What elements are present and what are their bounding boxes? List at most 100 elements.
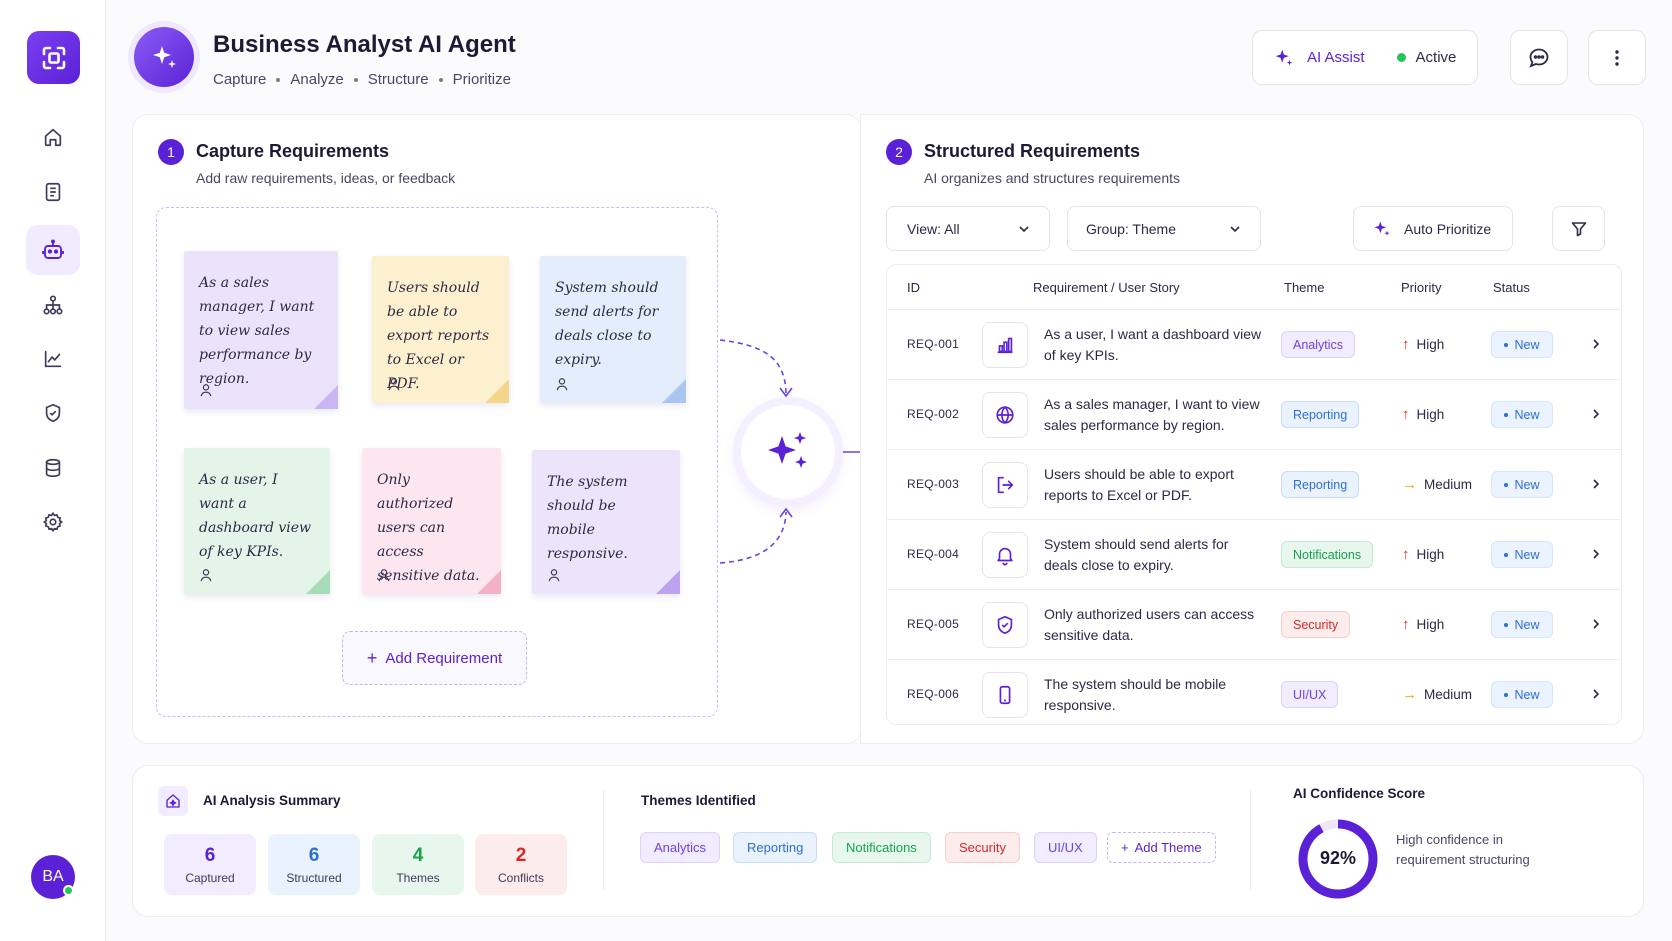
add-theme-button[interactable]: + Add Theme	[1107, 832, 1216, 863]
stat-label: Structured	[286, 870, 342, 885]
requirements-table: ID Requirement / User Story Theme Priori…	[886, 264, 1622, 725]
theme-chip[interactable]: Analytics	[640, 832, 721, 863]
chevron-right-icon[interactable]	[1589, 477, 1603, 491]
status-label: New	[1514, 337, 1540, 352]
add-theme-label: Add Theme	[1134, 840, 1202, 855]
table-row[interactable]: REQ-004 System should send alerts for de…	[887, 519, 1621, 589]
theme-chip[interactable]: Reporting	[733, 832, 818, 863]
chevron-right-icon[interactable]	[1589, 547, 1603, 561]
shield-check-icon	[997, 615, 1013, 635]
theme-tag: Notifications	[1281, 541, 1374, 568]
theme-chip[interactable]: Notifications	[832, 832, 931, 863]
priority-label: Medium	[1424, 687, 1473, 702]
theme-tag: UI/UX	[1281, 681, 1339, 708]
table-row[interactable]: REQ-005 Only authorized users can access…	[887, 589, 1621, 659]
priority: ↑ High	[1402, 336, 1444, 353]
requirement-id: REQ-004	[907, 547, 960, 561]
requirement-icon	[982, 532, 1028, 578]
theme-tag: Security	[1281, 611, 1351, 638]
export-icon	[997, 476, 1014, 494]
chevron-down-icon	[1019, 225, 1029, 232]
stat-label: Captured	[185, 870, 235, 885]
confidence-text: High confidence in requirement structuri…	[1396, 832, 1530, 867]
table-row[interactable]: REQ-001 As a user, I want a dashboard vi…	[887, 309, 1621, 379]
priority-label: High	[1416, 407, 1445, 422]
status-label: New	[1514, 407, 1540, 422]
priority-label: High	[1416, 337, 1445, 352]
ai-processor-node	[741, 405, 835, 499]
requirement-text: As a sales manager, I want to view sales…	[1044, 396, 1260, 433]
stat-value: 4	[412, 844, 424, 866]
stat-label: Themes	[396, 870, 440, 885]
structured-subtitle: AI organizes and structures requirements	[924, 170, 1181, 186]
status-label: New	[1514, 547, 1540, 562]
arrow-right-icon: →	[1402, 686, 1417, 703]
chevron-down-icon	[1230, 225, 1240, 232]
priority: → Medium	[1402, 686, 1472, 703]
plus-icon: +	[1121, 840, 1129, 855]
table-row[interactable]: REQ-003 Users should be able to export r…	[887, 449, 1621, 519]
theme-tag: Reporting	[1281, 471, 1360, 498]
sparkle-icon	[1374, 221, 1390, 236]
requirement-text: As a user, I want a dashboard view of ke…	[1044, 326, 1262, 363]
arrow-up-icon: ↑	[1402, 616, 1410, 633]
column-header-requirement: Requirement / User Story	[1033, 280, 1180, 295]
app-frame: BA Business Analyst AI Agent Capture Ana…	[0, 0, 1672, 941]
arrow-up-icon: ↑	[1402, 406, 1410, 423]
requirement-id: REQ-006	[907, 687, 960, 701]
requirement-id: REQ-002	[907, 407, 960, 421]
requirement-icon	[982, 322, 1028, 368]
requirement-id: REQ-003	[907, 477, 960, 491]
filter-button[interactable]	[1552, 206, 1605, 251]
summary-title: AI Analysis Summary	[203, 793, 341, 808]
stat-themes: 4 Themes	[372, 834, 464, 895]
status-badge: New	[1491, 401, 1553, 428]
status-badge: New	[1491, 611, 1553, 638]
arrow-right-icon: →	[1402, 476, 1417, 493]
column-header-theme: Theme	[1284, 280, 1325, 295]
stat-value: 2	[515, 844, 527, 866]
view-select[interactable]: View: All	[886, 206, 1050, 251]
requirement-icon	[982, 392, 1028, 438]
sparkle-icon	[768, 432, 807, 468]
filter-icon	[1571, 221, 1586, 236]
theme-tag: Analytics	[1281, 331, 1356, 358]
globe-icon	[996, 406, 1014, 424]
theme-chip[interactable]: UI/UX	[1034, 832, 1097, 863]
table-row[interactable]: REQ-006 The system should be mobile resp…	[887, 659, 1621, 724]
requirement-icon	[982, 462, 1028, 508]
status-label: New	[1514, 477, 1540, 492]
requirement-text: Users should be able to export reports t…	[1044, 466, 1234, 503]
chevron-right-icon[interactable]	[1589, 617, 1603, 631]
theme-chip[interactable]: Security	[945, 832, 1020, 863]
status-badge: New	[1491, 331, 1553, 358]
structured-title: Structured Requirements	[924, 141, 1141, 161]
priority: ↑ High	[1402, 546, 1444, 563]
connector-in-top	[719, 339, 787, 394]
priority-label: Medium	[1424, 477, 1473, 492]
divider	[1250, 790, 1251, 890]
step-number: 2	[886, 139, 912, 165]
mobile-icon	[999, 685, 1011, 705]
arrow-up-icon: ↑	[1402, 336, 1410, 353]
auto-prioritize-button[interactable]: Auto Prioritize	[1353, 206, 1513, 251]
chevron-right-icon[interactable]	[1589, 687, 1603, 701]
requirement-text: The system should be mobile responsive.	[1044, 676, 1227, 713]
requirement-icon	[982, 602, 1028, 648]
group-select[interactable]: Group: Theme	[1067, 206, 1261, 251]
divider	[603, 790, 604, 890]
requirement-id: REQ-005	[907, 617, 960, 631]
status-badge: New	[1491, 681, 1553, 708]
status-label: New	[1514, 617, 1540, 632]
chevron-right-icon[interactable]	[1589, 407, 1603, 421]
confidence-value: 92%	[1319, 848, 1357, 868]
priority: ↑ High	[1402, 406, 1444, 423]
stat-structured: 6 Structured	[268, 834, 360, 895]
chevron-right-icon[interactable]	[1589, 337, 1603, 351]
requirement-id: REQ-001	[907, 337, 960, 351]
column-header-id: ID	[907, 280, 920, 295]
priority: ↑ High	[1402, 616, 1444, 633]
table-row[interactable]: REQ-002 As a sales manager, I want to vi…	[887, 379, 1621, 449]
ai-home-icon	[166, 794, 180, 808]
bar-chart-icon	[997, 337, 1013, 354]
